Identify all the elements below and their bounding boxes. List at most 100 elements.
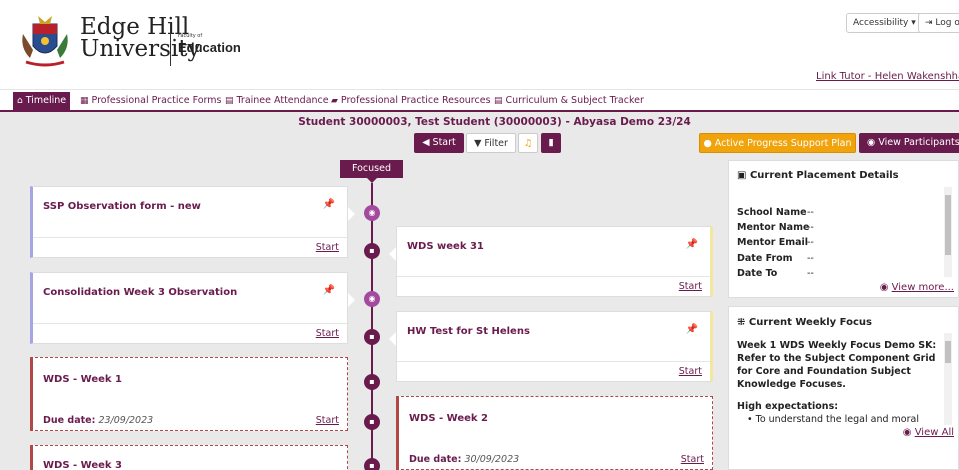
panel-title: ⁜ Current Weekly Focus bbox=[737, 317, 872, 328]
view-participants-label: View Participants bbox=[878, 137, 959, 148]
eye-icon[interactable]: ◉ bbox=[364, 291, 380, 307]
comment-icon[interactable]: ▪ bbox=[364, 374, 380, 390]
card-footer bbox=[397, 276, 710, 296]
notification-button[interactable]: ♫ bbox=[518, 133, 538, 153]
view-all-label: View All bbox=[914, 427, 954, 438]
view-participants-button[interactable]: ◉ View Participants bbox=[859, 133, 959, 153]
grid-icon: ▦ bbox=[80, 96, 89, 106]
student-title: Student 30000003, Test Student (30000003… bbox=[298, 116, 691, 128]
car-icon: ▣ bbox=[737, 170, 750, 181]
table-icon: ▤ bbox=[494, 96, 503, 106]
main-nav: ⌂ Timeline ▦ Professional Practice Forms ▤… bbox=[0, 90, 959, 112]
card-start-link[interactable]: Start bbox=[316, 415, 339, 426]
tab-resources-label: Professional Practice Resources bbox=[340, 95, 491, 106]
list-icon: ▤ bbox=[225, 96, 234, 106]
focused-marker[interactable]: Focused bbox=[340, 160, 403, 183]
view-more-link[interactable]: ◉ View more... bbox=[880, 282, 954, 293]
card-start-link[interactable]: Start bbox=[681, 454, 704, 465]
university-crest-icon bbox=[22, 16, 68, 67]
card-title: SSP Observation form - new bbox=[43, 201, 201, 212]
card-title: WDS - Week 2 bbox=[409, 413, 488, 424]
due-label: Due date: bbox=[43, 415, 96, 426]
school-name-row: School Name-- bbox=[737, 207, 814, 218]
card-title: WDS - Week 1 bbox=[43, 374, 122, 385]
placement-scrollbar[interactable] bbox=[944, 187, 952, 277]
timeline-card-wds-week2[interactable]: WDS - Week 2 Due date: 30/09/2023 Start bbox=[396, 396, 713, 470]
due-value: 23/09/2023 bbox=[98, 415, 154, 426]
mentor-email-row: Mentor Email-- bbox=[737, 237, 814, 248]
filter-icon: ▼ bbox=[474, 138, 485, 149]
timeline-card-consolidation-week3[interactable]: Consolidation Week 3 Observation 📌 Start bbox=[30, 272, 355, 344]
pin-icon[interactable]: 📌 bbox=[323, 285, 335, 296]
school-label: School Name bbox=[737, 207, 807, 218]
card-title: HW Test for St Helens bbox=[407, 326, 530, 337]
timeline-card-wds-week1[interactable]: WDS - Week 1 Due date: 23/09/2023 Start bbox=[30, 357, 348, 431]
due-value: 30/09/2023 bbox=[464, 454, 520, 465]
weekly-scrollbar[interactable] bbox=[944, 333, 952, 425]
card-title: WDS week 31 bbox=[407, 241, 484, 252]
date-to-row: Date To -- bbox=[737, 268, 814, 279]
scrollbar-thumb[interactable] bbox=[945, 195, 951, 255]
bullet-text: To understand the legal and moral bbox=[755, 414, 919, 425]
timeline-card-ssp-observation[interactable]: SSP Observation form - new 📌 Start bbox=[30, 186, 355, 258]
accessibility-button[interactable]: Accessibility ▾ bbox=[846, 13, 923, 33]
card-title: Consolidation Week 3 Observation bbox=[43, 287, 238, 298]
tab-curriculum-subject-tracker[interactable]: ▤ Curriculum & Subject Tracker bbox=[494, 93, 644, 109]
active-progress-support-plan-button[interactable]: ● Active Progress Support Plan bbox=[699, 133, 856, 153]
timeline-card-hw-test-st-helens[interactable]: HW Test for St Helens 📌 Start bbox=[389, 311, 713, 382]
date-from-row: Date From -- bbox=[737, 253, 814, 264]
logout-button[interactable]: ⇥ Log out bbox=[918, 13, 959, 33]
card-footer bbox=[397, 361, 710, 381]
timeline-card-wds-week3[interactable]: WDS - Week 3 bbox=[30, 445, 348, 470]
tab-professional-practice-forms[interactable]: ▦ Professional Practice Forms bbox=[80, 93, 221, 109]
header: Edge Hill University Faculty of Educatio… bbox=[0, 0, 959, 90]
due-label: Due date: bbox=[409, 454, 462, 465]
scrollbar-thumb[interactable] bbox=[945, 341, 951, 363]
comment-icon[interactable]: ▪ bbox=[364, 243, 380, 259]
tab-timeline-label: Timeline bbox=[25, 95, 67, 106]
card-start-link[interactable]: Start bbox=[316, 328, 339, 339]
current-weekly-focus-panel: ⁜ Current Weekly Focus Week 1 WDS Weekly… bbox=[728, 306, 959, 470]
alert-icon: ● bbox=[703, 138, 715, 149]
weekly-focus-bullet: • To understand the legal and moral bbox=[747, 414, 919, 425]
tab-trainee-attendance[interactable]: ▤ Trainee Attendance bbox=[225, 93, 329, 109]
timeline-card-wds-week31[interactable]: WDS week 31 📌 Start bbox=[389, 226, 713, 297]
card-start-link[interactable]: Start bbox=[679, 366, 702, 377]
card-title: WDS - Week 3 bbox=[43, 460, 122, 470]
comment-icon[interactable]: ▪ bbox=[364, 458, 380, 470]
filter-button[interactable]: ▼ Filter bbox=[466, 133, 516, 153]
eye-icon: ◉ bbox=[902, 427, 915, 438]
email-label: Mentor Email bbox=[737, 237, 809, 248]
school-value: -- bbox=[807, 207, 814, 218]
pin-icon[interactable]: 📌 bbox=[686, 239, 698, 250]
link-tutor-link[interactable]: Link Tutor - Helen Wakenshhaw bbox=[816, 71, 959, 82]
tab-timeline[interactable]: ⌂ Timeline bbox=[13, 92, 71, 110]
eye-icon[interactable]: ◉ bbox=[364, 205, 380, 221]
start-button-label: Start bbox=[432, 137, 456, 148]
pin-icon[interactable]: 📌 bbox=[323, 199, 335, 210]
comment-icon[interactable]: ▪ bbox=[364, 329, 380, 345]
tab-professional-practice-resources[interactable]: ▰ Professional Practice Resources bbox=[331, 93, 491, 109]
briefcase-icon: ▰ bbox=[331, 96, 338, 106]
eye-icon: ◉ bbox=[867, 137, 879, 148]
bookmark-button[interactable]: ▮ bbox=[541, 133, 561, 153]
to-label: Date To bbox=[737, 268, 778, 279]
card-start-link[interactable]: Start bbox=[679, 281, 702, 292]
current-placement-panel: ▣ Current Placement Details School Name-… bbox=[728, 160, 959, 298]
placement-title: Current Placement Details bbox=[749, 170, 899, 181]
bookmark-icon: ▮ bbox=[548, 137, 554, 148]
tab-tracker-label: Curriculum & Subject Tracker bbox=[505, 95, 644, 106]
faculty-name: Education bbox=[178, 40, 241, 55]
faculty-label: Faculty of Education bbox=[178, 30, 241, 54]
filter-button-label: Filter bbox=[484, 138, 508, 149]
pin-icon[interactable]: 📌 bbox=[686, 324, 698, 335]
eye-icon: ◉ bbox=[879, 282, 892, 293]
email-value: -- bbox=[807, 237, 814, 248]
start-button[interactable]: ◀ Start bbox=[414, 133, 464, 153]
view-all-link[interactable]: ◉ View All bbox=[903, 427, 954, 438]
spinner-icon: ⁜ bbox=[737, 317, 749, 328]
from-value: -- bbox=[807, 253, 814, 264]
comment-icon[interactable]: ▪ bbox=[364, 414, 380, 430]
from-label: Date From bbox=[737, 253, 793, 264]
card-start-link[interactable]: Start bbox=[316, 242, 339, 253]
